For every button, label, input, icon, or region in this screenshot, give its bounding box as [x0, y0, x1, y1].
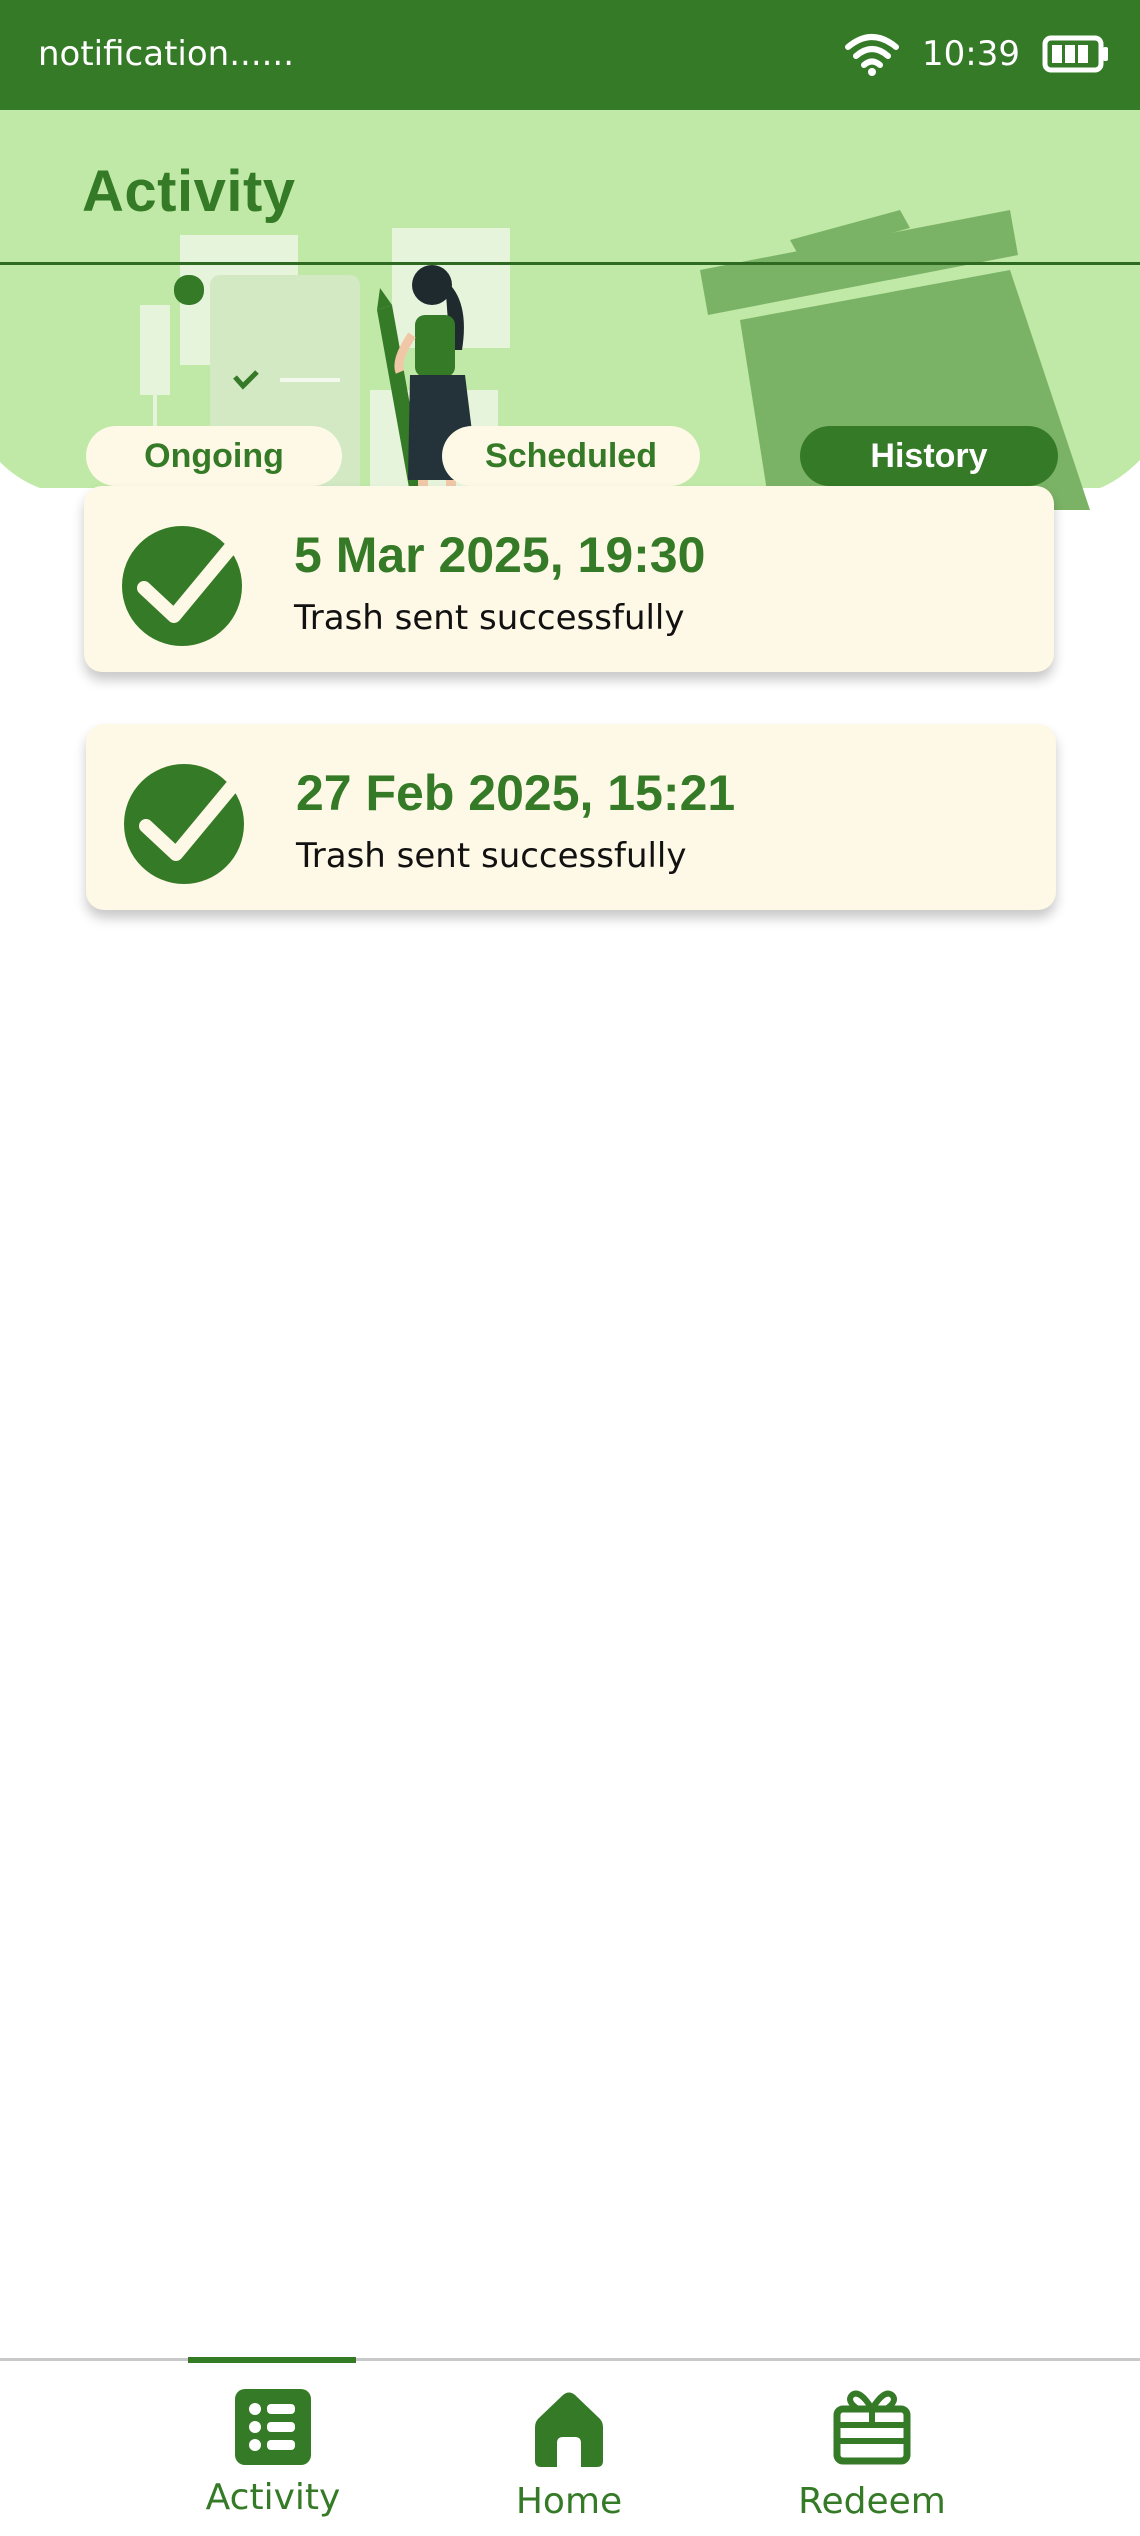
gift-icon	[833, 2390, 911, 2465]
nav-label: Activity	[205, 2477, 341, 2518]
check-circle-icon	[124, 764, 251, 884]
wifi-icon	[845, 34, 900, 76]
nav-redeem[interactable]: Redeem	[752, 2361, 992, 2536]
nav-label: Redeem	[798, 2481, 946, 2522]
battery-icon	[1042, 35, 1108, 73]
status-icons: 10:39	[844, 24, 1110, 84]
history-datetime: 5 Mar 2025, 19:30	[294, 527, 706, 583]
history-card[interactable]: 5 Mar 2025, 19:30 Trash sent successfull…	[84, 486, 1054, 672]
notification-text: notification......	[38, 34, 295, 74]
home-icon	[535, 2392, 603, 2467]
check-circle-icon	[122, 526, 249, 646]
tab-scheduled[interactable]: Scheduled	[442, 426, 700, 486]
history-card[interactable]: 27 Feb 2025, 15:21 Trash sent successful…	[86, 724, 1056, 910]
nav-label: Home	[515, 2481, 623, 2522]
page-title: Activity	[82, 159, 296, 224]
status-time: 10:39	[922, 34, 1020, 74]
history-datetime: 27 Feb 2025, 15:21	[296, 765, 736, 821]
bottom-nav: Activity Home Redeem	[0, 2357, 1140, 2536]
status-bar: notification...... 10:39	[0, 0, 1140, 110]
tab-history[interactable]: History	[800, 426, 1058, 486]
list-icon	[235, 2389, 311, 2465]
activity-header: Activity Ongoing Scheduled History	[0, 110, 1140, 510]
tab-ongoing[interactable]: Ongoing	[86, 426, 342, 486]
history-status: Trash sent successfully	[294, 598, 685, 638]
header-divider	[0, 262, 1140, 265]
nav-home[interactable]: Home	[449, 2361, 689, 2536]
nav-activity[interactable]: Activity	[153, 2361, 393, 2536]
history-status: Trash sent successfully	[296, 836, 687, 876]
